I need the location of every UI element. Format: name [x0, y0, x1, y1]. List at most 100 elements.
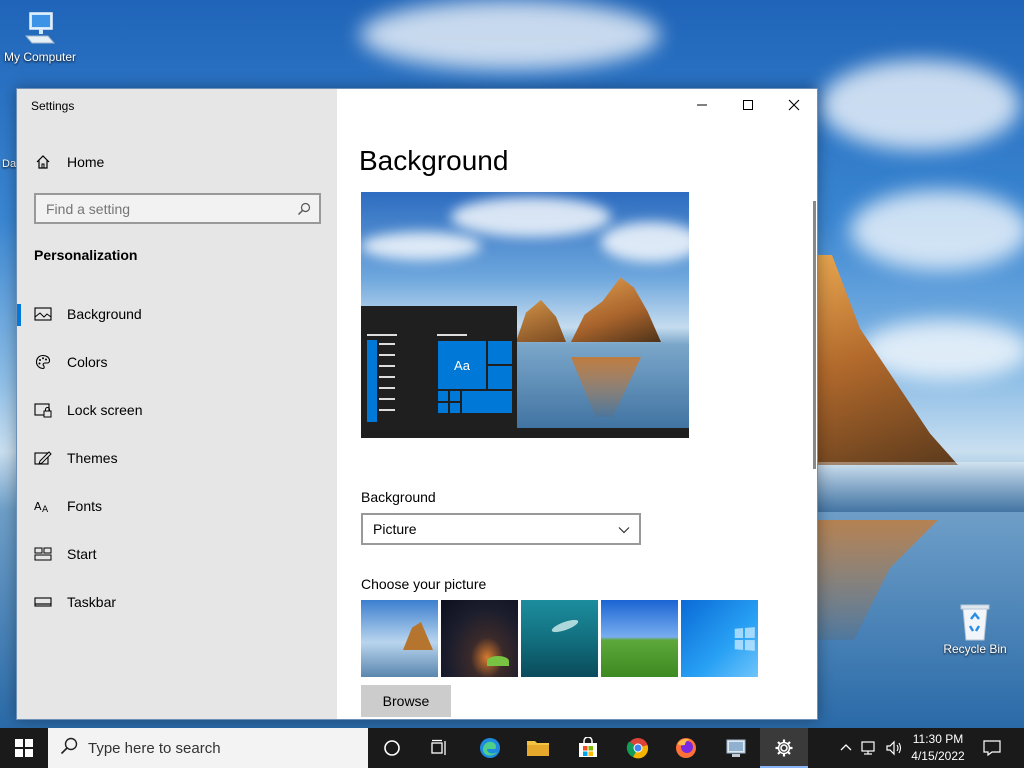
maximize-icon	[743, 100, 753, 110]
preview-taskbar	[361, 428, 689, 438]
notification-icon	[983, 740, 1001, 756]
taskbar-search-box[interactable]: Type here to search	[48, 728, 368, 768]
chrome-button[interactable]	[614, 728, 662, 768]
search-icon	[60, 737, 78, 759]
sidebar-item-label: Fonts	[67, 498, 103, 514]
taskbar-search-placeholder: Type here to search	[88, 739, 221, 757]
minimize-button[interactable]	[679, 89, 725, 121]
gear-icon	[775, 739, 793, 757]
background-type-select[interactable]: Picture	[361, 513, 641, 545]
notifications-button[interactable]	[982, 738, 1002, 758]
sidebar-item-label: Background	[67, 306, 142, 322]
network-icon	[861, 741, 875, 755]
cortana-button[interactable]	[368, 728, 416, 768]
home-icon	[33, 152, 53, 172]
wallpaper-cloud	[850, 190, 1024, 270]
computer-icon	[22, 10, 58, 46]
wallpaper-cloud	[820, 60, 1020, 150]
wallpaper-sea	[818, 462, 1024, 512]
choose-picture-label: Choose your picture	[361, 576, 487, 592]
scrollbar[interactable]	[813, 201, 816, 469]
sidebar-item-label: Taskbar	[67, 594, 117, 610]
close-button[interactable]	[771, 89, 817, 121]
sidebar-item-label: Lock screen	[67, 402, 143, 418]
browse-button[interactable]: Browse	[361, 685, 451, 717]
settings-window: Settings Home Personalization Background	[16, 88, 818, 720]
window-title: Settings	[31, 99, 75, 113]
maximize-button[interactable]	[725, 89, 771, 121]
sidebar-item-label: Start	[67, 546, 97, 562]
clock-time[interactable]: 11:30 PM	[906, 732, 970, 746]
edge-icon	[480, 738, 500, 758]
sidebar-item-start[interactable]: Start	[17, 534, 337, 574]
desktop-icon-label-partial: Da	[2, 158, 17, 170]
chevron-down-icon	[617, 523, 631, 540]
find-setting-box[interactable]	[34, 193, 321, 224]
cortana-icon	[384, 740, 400, 756]
taskbar-icon	[33, 592, 53, 612]
themes-icon	[33, 448, 53, 468]
sidebar-item-label: Colors	[67, 354, 108, 370]
sidebar-item-themes[interactable]: Themes	[17, 438, 337, 478]
picture-icon	[33, 304, 53, 324]
settings-content: Background Aa Background Picture Choose …	[337, 89, 817, 719]
background-type-label: Background	[361, 489, 436, 505]
start-icon	[33, 544, 53, 564]
sidebar-item-background[interactable]: Background	[17, 294, 337, 334]
preview-tile-text: Aa	[454, 357, 470, 373]
remote-desktop-icon	[726, 739, 746, 757]
edge-button[interactable]	[466, 728, 514, 768]
section-title: Personalization	[34, 247, 138, 263]
palette-icon	[33, 352, 53, 372]
svg-text:A: A	[42, 505, 49, 514]
lock-screen-icon	[33, 400, 53, 420]
settings-sidebar: Settings Home Personalization Background	[17, 89, 337, 719]
page-title: Background	[359, 145, 509, 176]
desktop-icon-recycle-bin[interactable]: Recycle Bin	[940, 602, 1010, 656]
wallpaper-cloud	[360, 0, 660, 70]
store-button[interactable]	[564, 728, 612, 768]
task-view-button[interactable]	[416, 728, 464, 768]
recycle-bin-icon	[957, 602, 993, 641]
remote-desktop-button[interactable]	[712, 728, 760, 768]
picture-thumbnail-green-hill[interactable]	[601, 600, 678, 677]
file-explorer-button[interactable]	[514, 728, 562, 768]
sidebar-item-lock-screen[interactable]: Lock screen	[17, 390, 337, 430]
desktop-icon-my-computer[interactable]: My Computer	[2, 10, 78, 64]
minimize-icon	[697, 104, 707, 106]
task-view-icon	[431, 739, 446, 755]
chrome-icon	[626, 738, 649, 759]
picture-thumbnail-windows-logo[interactable]	[681, 600, 758, 677]
background-preview: Aa	[361, 192, 689, 438]
sidebar-item-label: Home	[67, 154, 105, 170]
firefox-icon	[676, 738, 696, 758]
svg-text:A: A	[34, 500, 42, 513]
taskbar: Type here to search 11:30 PM 4/15/2022	[0, 728, 1024, 768]
clock-date[interactable]: 4/15/2022	[906, 749, 970, 763]
folder-icon	[527, 741, 549, 756]
sidebar-item-home[interactable]: Home	[17, 142, 337, 182]
wallpaper-reflection	[818, 520, 938, 640]
volume-button[interactable]	[884, 738, 904, 758]
picture-thumbnail-underwater[interactable]	[521, 600, 598, 677]
show-hidden-icons-button[interactable]	[836, 738, 856, 758]
sidebar-item-colors[interactable]: Colors	[17, 342, 337, 382]
sidebar-item-fonts[interactable]: AA Fonts	[17, 486, 337, 526]
search-icon	[297, 202, 311, 219]
sidebar-item-taskbar[interactable]: Taskbar	[17, 582, 337, 622]
background-type-value: Picture	[373, 521, 417, 537]
settings-taskbar-button[interactable]	[760, 728, 808, 768]
chevron-up-icon	[840, 744, 852, 751]
picture-thumbnail-beach[interactable]	[361, 600, 438, 677]
sidebar-item-label: Themes	[67, 450, 118, 466]
store-icon	[579, 737, 597, 757]
fonts-icon: AA	[33, 496, 53, 516]
firefox-button[interactable]	[662, 728, 710, 768]
start-button[interactable]	[0, 728, 48, 768]
speaker-icon	[886, 740, 902, 756]
find-setting-input[interactable]	[46, 200, 286, 217]
windows-logo-icon	[15, 739, 33, 757]
network-button[interactable]	[860, 738, 880, 758]
picture-thumbnail-night-sky[interactable]	[441, 600, 518, 677]
desktop-icon-label: My Computer	[3, 50, 77, 64]
